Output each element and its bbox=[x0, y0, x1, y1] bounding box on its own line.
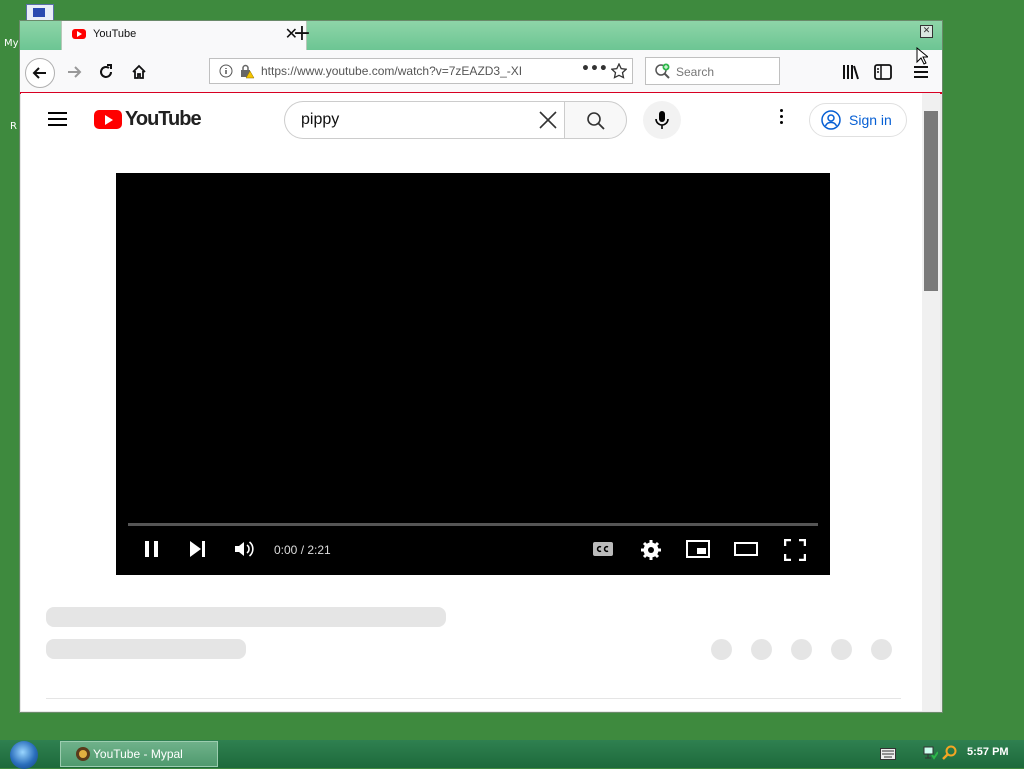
new-tab-button[interactable]: + bbox=[292, 22, 312, 46]
mypal-app-icon bbox=[76, 747, 90, 761]
scrollbar[interactable] bbox=[922, 93, 940, 711]
arrow-left-icon bbox=[32, 67, 46, 79]
url-text: https://www.youtube.com/watch?v=7zEAZD3_… bbox=[261, 64, 523, 78]
action-placeholder bbox=[711, 639, 732, 660]
clear-search-icon[interactable] bbox=[538, 110, 558, 130]
page-content: YouTube pippy Sign in 0:00 / 2:21 bbox=[21, 93, 940, 711]
video-player[interactable]: 0:00 / 2:21 bbox=[116, 173, 830, 575]
title-placeholder bbox=[46, 607, 446, 627]
scrollbar-thumb[interactable] bbox=[924, 111, 938, 291]
tab-title: YouTube bbox=[93, 28, 137, 40]
divider bbox=[46, 698, 901, 699]
tab-strip: YouTube ✕ + ✕ bbox=[20, 21, 942, 50]
home-icon bbox=[132, 64, 146, 79]
volume-icon[interactable] bbox=[234, 539, 256, 559]
library-icon[interactable] bbox=[842, 64, 860, 80]
reload-button[interactable] bbox=[92, 58, 120, 86]
sidebar-icon[interactable] bbox=[874, 64, 892, 80]
taskbar-item-mypal[interactable]: YouTube - Mypal bbox=[60, 741, 218, 767]
keyboard-icon[interactable] bbox=[880, 748, 896, 760]
voice-search-button[interactable] bbox=[643, 101, 681, 139]
sign-in-label: Sign in bbox=[849, 112, 892, 128]
youtube-search-button[interactable] bbox=[564, 101, 627, 139]
search-query: pippy bbox=[301, 111, 340, 128]
pause-icon[interactable] bbox=[142, 539, 162, 559]
youtube-favicon-icon bbox=[72, 29, 86, 39]
bookmark-star-icon[interactable] bbox=[611, 63, 627, 79]
back-button[interactable] bbox=[25, 58, 55, 88]
page-actions-icon[interactable]: ••• bbox=[581, 61, 608, 77]
taskbar: YouTube - Mypal 5:57 PM bbox=[0, 740, 1024, 769]
action-placeholder bbox=[871, 639, 892, 660]
progress-bar[interactable] bbox=[128, 523, 818, 526]
youtube-search-input[interactable]: pippy bbox=[284, 101, 564, 139]
lock-warning-icon[interactable] bbox=[239, 63, 255, 79]
mouse-cursor-icon bbox=[916, 47, 928, 65]
youtube-logo-text: YouTube bbox=[125, 108, 202, 130]
search-bar[interactable]: Search bbox=[645, 57, 780, 85]
meta-placeholder bbox=[46, 639, 246, 659]
action-placeholder bbox=[751, 639, 772, 660]
search-tray-icon[interactable] bbox=[942, 745, 958, 761]
desktop-label-fragment: My bbox=[4, 38, 19, 49]
browser-window: YouTube ✕ + ✕ https://www.youtube.com/wa… bbox=[19, 20, 943, 713]
theater-mode-icon[interactable] bbox=[734, 539, 758, 559]
search-placeholder: Search bbox=[676, 65, 715, 79]
sign-in-button[interactable]: Sign in bbox=[809, 103, 907, 137]
hamburger-menu-icon[interactable] bbox=[913, 64, 929, 80]
tab-youtube[interactable]: YouTube ✕ bbox=[61, 21, 307, 50]
search-icon bbox=[587, 112, 605, 130]
microphone-icon bbox=[655, 111, 669, 129]
url-bar[interactable]: https://www.youtube.com/watch?v=7zEAZD3_… bbox=[209, 58, 633, 84]
forward-button[interactable] bbox=[60, 58, 88, 86]
home-button[interactable] bbox=[125, 58, 153, 86]
window-close-button[interactable]: ✕ bbox=[920, 25, 933, 38]
captions-icon[interactable] bbox=[592, 539, 614, 559]
arrow-right-icon bbox=[68, 66, 82, 78]
info-icon[interactable] bbox=[219, 64, 233, 78]
settings-kebab-icon[interactable] bbox=[778, 109, 784, 131]
network-icon[interactable] bbox=[922, 745, 938, 761]
guide-menu-button[interactable] bbox=[48, 112, 67, 126]
time-display: 0:00 / 2:21 bbox=[274, 543, 331, 557]
action-placeholder bbox=[831, 639, 852, 660]
taskbar-item-label: YouTube - Mypal bbox=[93, 747, 183, 761]
start-button[interactable] bbox=[10, 741, 38, 769]
action-placeholder bbox=[791, 639, 812, 660]
settings-gear-icon[interactable] bbox=[640, 539, 662, 561]
search-engine-icon bbox=[655, 63, 670, 79]
clock: 5:57 PM bbox=[967, 746, 1009, 758]
youtube-play-logo-icon bbox=[94, 110, 122, 129]
next-video-icon[interactable] bbox=[188, 539, 208, 559]
navigation-toolbar: https://www.youtube.com/watch?v=7zEAZD3_… bbox=[20, 50, 942, 94]
account-circle-icon bbox=[821, 110, 841, 130]
miniplayer-icon[interactable] bbox=[686, 539, 710, 559]
desktop-label-fragment: R bbox=[10, 121, 17, 132]
fullscreen-icon[interactable] bbox=[784, 539, 806, 561]
reload-icon bbox=[100, 64, 112, 78]
